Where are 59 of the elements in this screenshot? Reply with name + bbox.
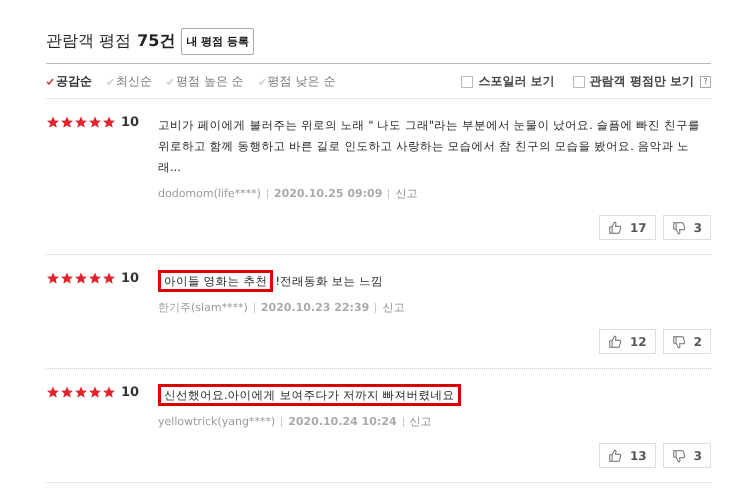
star-icon [102,116,116,129]
sort-option[interactable]: 공감순 [46,73,92,90]
like-button[interactable]: 13 [598,443,656,468]
checkbox[interactable] [461,76,474,88]
report-link[interactable]: 신고 [382,300,404,315]
section-title: 관람객 평점 [46,31,132,52]
thumbs-up-icon [608,334,622,348]
star-icon [102,272,116,285]
star-icon [88,386,102,399]
report-link[interactable]: 신고 [395,186,418,201]
score: 10 [121,115,140,130]
review-text: 고비가 페이에게 불러주는 위로의 노래 " 나도 그래"라는 부분에서 눈물이 났어요. 슬픔에 빠진 친구를 위로하고 함께 동행하고 바른 길로 인도하고 사랑하는 모습에서 참 친구의 모습을 봤어요. 음악과 노래... [158,118,700,174]
review-count: 75건 [137,31,176,52]
dislike-button[interactable]: 2 [662,329,711,354]
star-icon [74,116,88,129]
star-icon [88,116,102,129]
filter-label: 스포일러 보기 [478,73,555,90]
dislike-button[interactable]: 3 [662,215,711,240]
thumbs-down-icon [672,220,686,234]
sort-option[interactable]: 평점 낮은 순 [258,73,336,90]
like-button[interactable]: 17 [598,215,656,240]
star-icon [46,386,60,399]
star-icon [60,272,74,285]
star-icon [74,272,88,285]
checkbox[interactable] [572,76,585,88]
author-name: dodomom(life****) [158,187,261,200]
star-icon [88,272,102,285]
dislike-button[interactable]: 3 [662,443,711,468]
check-icon [106,78,114,86]
star-icon [74,386,88,399]
check-icon [46,78,54,86]
check-icon [166,78,174,86]
sort-option[interactable]: 최신순 [106,73,152,90]
sort-option[interactable]: 평점 높은 순 [166,73,244,90]
author-name: yellowtrick(yang****) [158,415,276,428]
star-icon [102,386,116,399]
filter-label: 관람객 평점만 보기 [590,73,694,90]
score: 10 [121,271,140,286]
review-text: !전래동화 보는 느낌 [275,274,384,288]
report-link[interactable]: 신고 [410,414,432,429]
star-icon [46,116,60,129]
star-icon [60,116,74,129]
review-date: 2020.10.25 09:09 [274,187,382,200]
thumbs-up-icon [608,448,622,462]
score: 10 [121,385,140,400]
write-review-button[interactable]: 내 평점 등록 [181,28,254,55]
thumbs-down-icon [672,448,686,462]
review-date: 2020.10.24 10:24 [288,415,397,428]
thumbs-down-icon [672,334,686,348]
author-name: 한기주(slam****) [158,300,248,315]
like-button[interactable]: 12 [598,329,656,354]
review-text: 아이들 영화는 추천 [158,270,274,292]
check-icon [258,78,266,86]
star-icon [60,386,74,399]
star-icon [46,272,60,285]
help-icon[interactable]: ? [700,76,711,88]
review-text: 신선했어요.아이에게 보여주다가 저까지 빠져버렸네요 [158,384,461,406]
thumbs-up-icon [608,220,622,234]
review-date: 2020.10.23 22:39 [260,301,370,314]
